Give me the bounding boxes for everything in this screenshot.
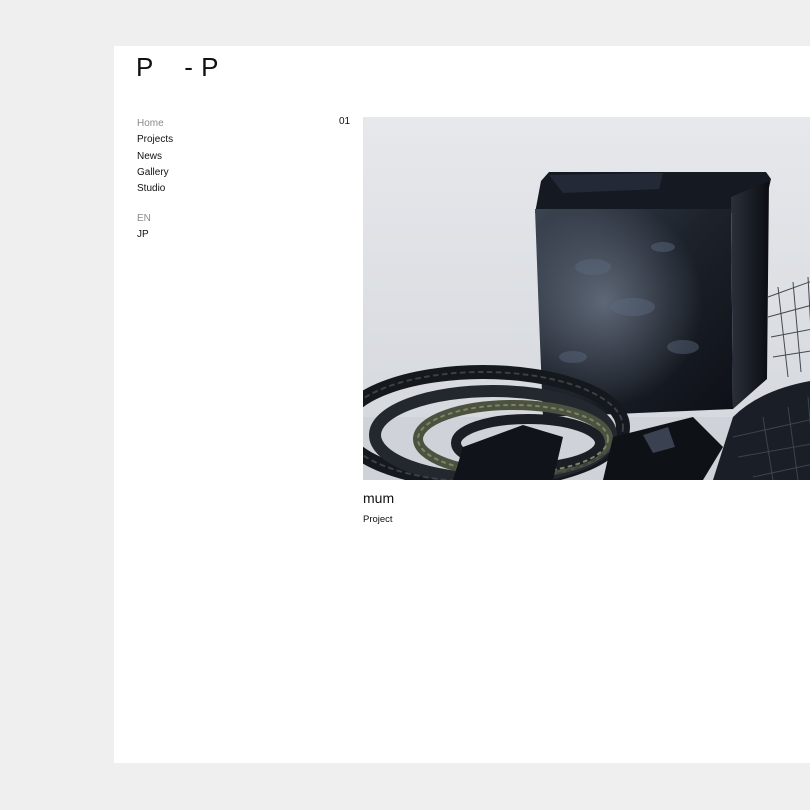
project-title[interactable]: mum xyxy=(363,490,394,506)
page-panel: P - P Home Projects News Gallery Studio … xyxy=(114,46,810,763)
project-index-number: 01 xyxy=(339,116,351,127)
main-nav: Home Projects News Gallery Studio xyxy=(137,116,173,197)
project-image[interactable] xyxy=(363,117,810,480)
sculpture-photo xyxy=(363,117,810,480)
project-category: Project xyxy=(363,514,393,525)
language-switcher: EN JP xyxy=(137,211,151,244)
site-logo[interactable]: P - P xyxy=(136,52,219,83)
nav-item-gallery[interactable]: Gallery xyxy=(137,165,173,181)
nav-item-home[interactable]: Home xyxy=(137,116,173,132)
nav-item-projects[interactable]: Projects xyxy=(137,132,173,148)
lang-item-jp[interactable]: JP xyxy=(137,227,151,243)
lang-item-en[interactable]: EN xyxy=(137,211,151,227)
nav-item-news[interactable]: News xyxy=(137,149,173,165)
nav-item-studio[interactable]: Studio xyxy=(137,181,173,197)
